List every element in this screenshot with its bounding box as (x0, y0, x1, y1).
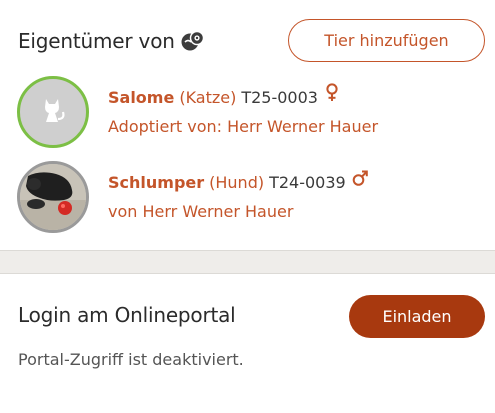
female-icon (324, 83, 340, 103)
animal-name-link[interactable]: Salome (108, 88, 174, 107)
add-animal-button[interactable]: Tier hinzufügen (288, 19, 485, 62)
animal-id: T24-0039 (269, 172, 346, 192)
animal-owner-detail: Adoptiert von: Herr Werner Hauer (108, 117, 379, 136)
animal-title: Salome (Katze) T25-0003 (108, 83, 340, 107)
animal-owner-detail: von Herr Werner Hauer (108, 202, 294, 221)
animal-name-link[interactable]: Schlumper (108, 173, 204, 192)
animal-list-item[interactable]: Salome (Katze) T25-0003 Adoptiert von: H… (17, 76, 477, 150)
portal-title: Login am Onlineportal (18, 303, 236, 327)
owners-title: Eigentümer von (18, 29, 175, 53)
animal-id: T25-0003 (241, 87, 318, 107)
portal-card: Login am Onlineportal Einladen Portal-Zu… (0, 273, 495, 413)
animal-species: (Katze) (179, 87, 237, 107)
animal-species: (Hund) (209, 172, 265, 192)
avatar (17, 76, 89, 148)
portal-status-text: Portal-Zugriff ist deaktiviert. (18, 350, 244, 369)
male-icon (352, 168, 368, 188)
animal-owner-icon (181, 30, 205, 52)
owners-header: Eigentümer von (18, 28, 205, 54)
animal-list-item[interactable]: Schlumper (Hund) T24-0039 von Herr Werne… (17, 161, 477, 235)
owners-card: Eigentümer von Tier hinzufügen Salome (K (0, 0, 495, 251)
invite-button[interactable]: Einladen (349, 295, 485, 338)
avatar (17, 161, 89, 233)
cat-placeholder-icon (38, 95, 68, 129)
animal-title: Schlumper (Hund) T24-0039 (108, 170, 368, 192)
dog-photo (20, 164, 86, 230)
